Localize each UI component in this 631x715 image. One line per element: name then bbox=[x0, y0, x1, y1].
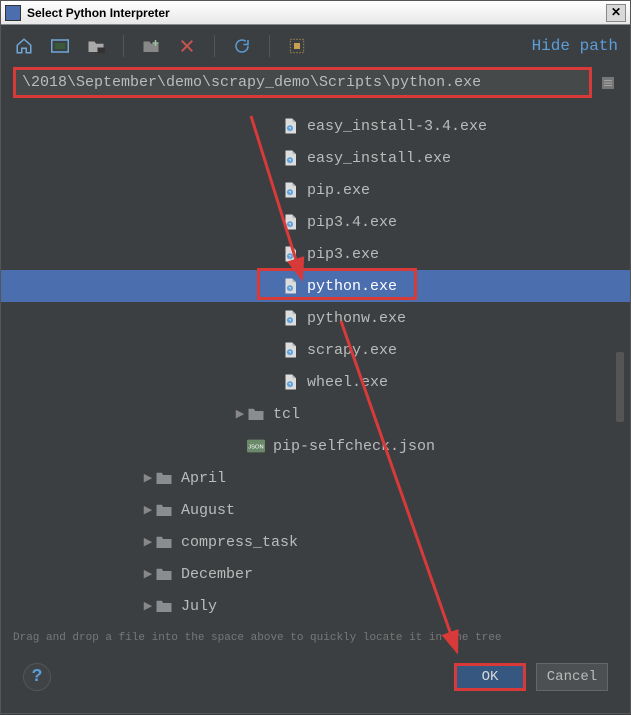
svg-text:?: ? bbox=[288, 319, 291, 325]
folder-icon bbox=[155, 469, 173, 487]
folder-icon bbox=[155, 533, 173, 551]
tree-file[interactable]: ? pythonw.exe bbox=[1, 302, 630, 334]
folder-icon bbox=[155, 565, 173, 583]
svg-text:?: ? bbox=[288, 159, 291, 165]
dialog-buttons: ? OK Cancel bbox=[1, 655, 630, 699]
tree-item-label: July bbox=[181, 598, 217, 615]
json-icon: JSON bbox=[247, 437, 265, 455]
svg-text:?: ? bbox=[288, 191, 291, 197]
expand-icon[interactable]: ▶ bbox=[141, 567, 155, 581]
tree-item-label: scrapy.exe bbox=[307, 342, 397, 359]
hide-path-link[interactable]: Hide path bbox=[532, 37, 618, 55]
svg-text:?: ? bbox=[288, 223, 291, 229]
file-icon: ? bbox=[281, 181, 299, 199]
tree-item-label: python.exe bbox=[307, 278, 397, 295]
file-icon: ? bbox=[281, 373, 299, 391]
tree-item-label: pip3.4.exe bbox=[307, 214, 397, 231]
tree-folder[interactable]: ▶ July bbox=[1, 590, 630, 622]
svg-text:?: ? bbox=[288, 127, 291, 133]
file-icon: ? bbox=[281, 245, 299, 263]
tree-file[interactable]: JSON pip-selfcheck.json bbox=[1, 430, 630, 462]
expand-icon[interactable]: ▶ bbox=[141, 599, 155, 613]
folder-icon bbox=[247, 405, 265, 423]
tree-file[interactable]: ? scrapy.exe bbox=[1, 334, 630, 366]
file-icon: ? bbox=[281, 277, 299, 295]
tree-file[interactable]: ? pip.exe bbox=[1, 174, 630, 206]
tree-item-label: August bbox=[181, 502, 235, 519]
home-icon[interactable] bbox=[13, 35, 35, 57]
tree-item-label: wheel.exe bbox=[307, 374, 388, 391]
tree-item-label: pythonw.exe bbox=[307, 310, 406, 327]
folder-icon bbox=[155, 501, 173, 519]
file-icon: ? bbox=[281, 341, 299, 359]
expand-icon[interactable]: ▶ bbox=[233, 407, 247, 421]
new-folder-icon[interactable] bbox=[140, 35, 162, 57]
tree-folder[interactable]: ▶ December bbox=[1, 558, 630, 590]
path-input[interactable] bbox=[13, 67, 592, 98]
help-button[interactable]: ? bbox=[23, 663, 51, 691]
tree-item-label: compress_task bbox=[181, 534, 298, 551]
tree-file[interactable]: ? easy_install-3.4.exe bbox=[1, 110, 630, 142]
tree-item-label: pip3.exe bbox=[307, 246, 379, 263]
tree-item-label: April bbox=[181, 470, 226, 487]
path-row bbox=[1, 67, 630, 106]
cancel-button[interactable]: Cancel bbox=[536, 663, 608, 691]
file-icon: ? bbox=[281, 117, 299, 135]
expand-icon[interactable]: ▶ bbox=[141, 471, 155, 485]
tree-item-label: tcl bbox=[273, 406, 300, 423]
tree-file[interactable]: ? python.exe bbox=[1, 270, 630, 302]
scrollbar-thumb[interactable] bbox=[616, 352, 624, 422]
app-icon bbox=[5, 5, 21, 21]
hint-text: Drag and drop a file into the space abov… bbox=[1, 630, 630, 648]
delete-icon[interactable] bbox=[176, 35, 198, 57]
tree-collapse-icon[interactable] bbox=[598, 73, 618, 93]
titlebar: Select Python Interpreter ✕ bbox=[1, 1, 630, 25]
tree-folder[interactable]: ▶ August bbox=[1, 494, 630, 526]
expand-icon[interactable]: ▶ bbox=[141, 503, 155, 517]
file-tree[interactable]: ? easy_install-3.4.exe? easy_install.exe? p… bbox=[1, 106, 630, 630]
ok-button[interactable]: OK bbox=[454, 663, 526, 691]
file-icon: ? bbox=[281, 309, 299, 327]
tree-folder[interactable]: ▶ April bbox=[1, 462, 630, 494]
tree-item-label: pip-selfcheck.json bbox=[273, 438, 435, 455]
tree-file[interactable]: ? wheel.exe bbox=[1, 366, 630, 398]
folder-icon bbox=[155, 597, 173, 615]
svg-text:?: ? bbox=[288, 351, 291, 357]
svg-text:?: ? bbox=[288, 383, 291, 389]
tree-item-label: easy_install-3.4.exe bbox=[307, 118, 487, 135]
window-title: Select Python Interpreter bbox=[27, 6, 606, 20]
tree-item-label: December bbox=[181, 566, 253, 583]
refresh-icon[interactable] bbox=[231, 35, 253, 57]
tree-file[interactable]: ? pip3.4.exe bbox=[1, 206, 630, 238]
svg-text:?: ? bbox=[288, 287, 291, 293]
tree-file[interactable]: ? pip3.exe bbox=[1, 238, 630, 270]
file-icon: ? bbox=[281, 213, 299, 231]
toolbar: Hide path bbox=[1, 25, 630, 67]
tree-file[interactable]: ? easy_install.exe bbox=[1, 142, 630, 174]
close-button[interactable]: ✕ bbox=[606, 4, 626, 22]
tree-item-label: easy_install.exe bbox=[307, 150, 451, 167]
svg-text:JSON: JSON bbox=[248, 445, 263, 451]
tree-folder[interactable]: ▶ compress_task bbox=[1, 526, 630, 558]
expand-icon[interactable]: ▶ bbox=[141, 535, 155, 549]
tree-folder[interactable]: ▶ tcl bbox=[1, 398, 630, 430]
project-icon[interactable] bbox=[49, 35, 71, 57]
show-hidden-icon[interactable] bbox=[286, 35, 308, 57]
svg-text:?: ? bbox=[288, 255, 291, 261]
tree-item-label: pip.exe bbox=[307, 182, 370, 199]
file-icon: ? bbox=[281, 149, 299, 167]
module-icon[interactable] bbox=[85, 35, 107, 57]
